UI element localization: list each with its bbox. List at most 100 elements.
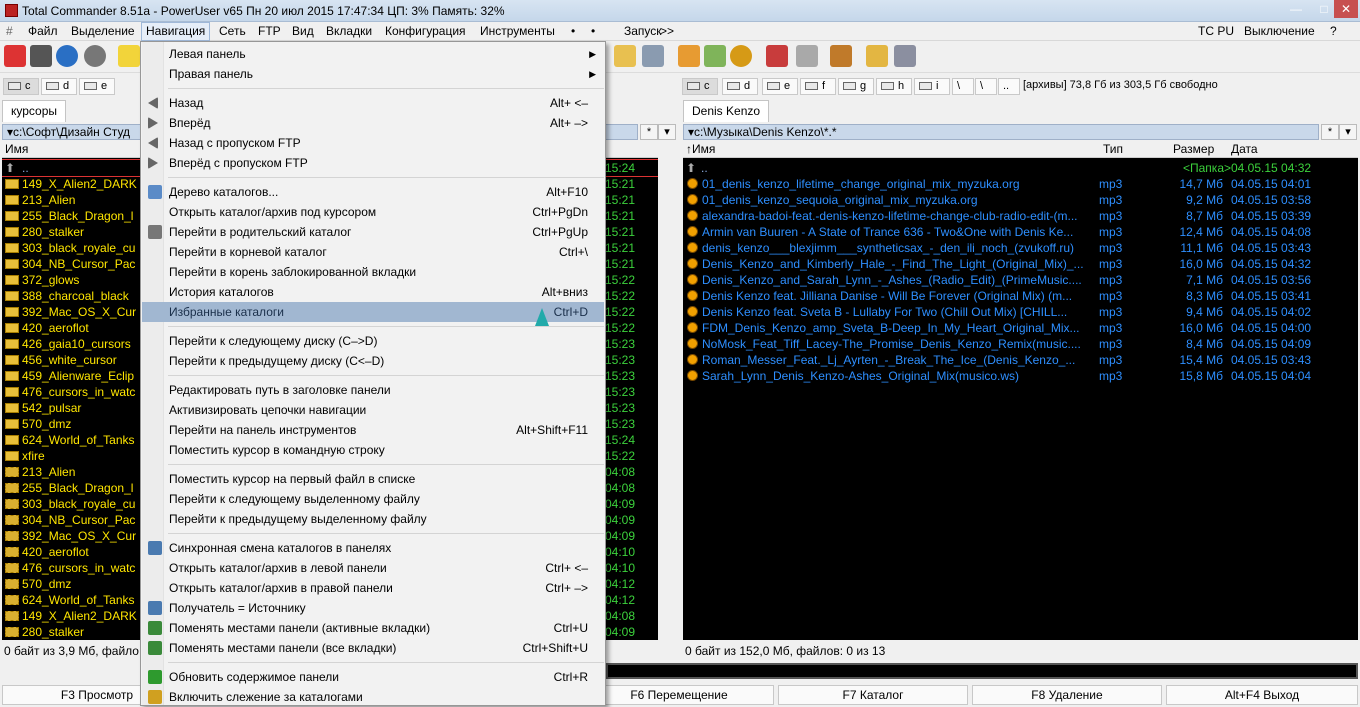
drive-right-9[interactable]: .. [998, 78, 1020, 95]
browser-icon[interactable] [56, 45, 78, 67]
drive-right-0[interactable]: c [682, 78, 718, 95]
menu-item-4[interactable]: Вперёд Alt+ –> [142, 113, 604, 133]
download-icon[interactable] [766, 45, 788, 67]
menu-item-25[interactable]: Перейти к следующему выделенному файлу [142, 489, 604, 509]
drive-right-1[interactable]: d [722, 78, 758, 95]
table-row[interactable]: Denis Kenzo feat. Jilliana Danise - Will… [683, 288, 1358, 304]
menu-item-24[interactable]: Поместить курсор на первый файл в списке [142, 469, 604, 489]
table-row[interactable]: FDM_Denis_Kenzo_amp_Sveta_B-Deep_In_My_H… [683, 320, 1358, 336]
menu-item-35[interactable]: Обновить содержимое панели Ctrl+R [142, 667, 604, 687]
menu-item-1[interactable]: Выделение [71, 24, 135, 38]
menu-item-20[interactable]: Активизировать цепочки навигации [142, 400, 604, 420]
drive-left-e[interactable]: e [79, 78, 115, 95]
paw-icon[interactable] [4, 45, 26, 67]
ftp-icon[interactable] [894, 45, 916, 67]
menu-item-29[interactable]: Открыть каталог/архив в левой панели Ctrl… [142, 558, 604, 578]
menu-item-22[interactable]: Поместить курсор в командную строку [142, 440, 604, 460]
right-path-bar[interactable]: ▾c:\Музыка\Denis Kenzo\*.* [683, 124, 1319, 140]
drive-right-2[interactable]: e [762, 78, 798, 95]
menu-item-2[interactable]: Навигация [146, 24, 205, 38]
table-row[interactable]: Armin van Buuren - A State of Trance 636… [683, 224, 1358, 240]
table-row[interactable]: NoMosk_Feat_Tiff_Lacey-The_Promise_Denis… [683, 336, 1358, 352]
left-history-button[interactable]: ▾ [658, 124, 676, 140]
f8-delete-button[interactable]: F8 Удаление [972, 685, 1162, 705]
alt-f4-exit-button[interactable]: Alt+F4 Выход [1166, 685, 1358, 705]
close-button[interactable]: ✕ [1334, 0, 1358, 18]
menu-item-12[interactable]: >> [660, 24, 674, 38]
menu-item-5[interactable]: Назад с пропуском FTP [142, 133, 604, 153]
f6-move-button[interactable]: F6 Перемещение [584, 685, 774, 705]
menu-item-21[interactable]: Перейти на панель инструментов Alt+Shift+… [142, 420, 604, 440]
f7-mkdir-button[interactable]: F7 Каталог [778, 685, 968, 705]
menu-right-item-2[interactable]: ? [1330, 24, 1337, 38]
right-header-type[interactable]: Тип [1103, 142, 1123, 157]
archive-icon[interactable] [642, 45, 664, 67]
right-history-button[interactable]: ▾ [1339, 124, 1357, 140]
menu-item-1[interactable]: Правая панель ▶ [142, 64, 604, 84]
drive-right-4[interactable]: g [838, 78, 874, 95]
gear-icon[interactable] [84, 45, 106, 67]
menu-item-9[interactable]: • [571, 24, 575, 38]
star-icon[interactable] [118, 45, 140, 67]
table-row[interactable]: Roman_Messer_Feat._Lj_Ayrten_-_Break_The… [683, 352, 1358, 368]
menu-item-4[interactable]: FTP [258, 24, 281, 38]
table-row[interactable]: Denis_Kenzo_and_Sarah_Lynn_-_Ashes_(Radi… [683, 272, 1358, 288]
table-row[interactable]: 01_denis_kenzo_lifetime_change_original_… [683, 176, 1358, 192]
drive-right-7[interactable]: \ [952, 78, 974, 95]
menu-item-7[interactable]: Конфигурация [385, 24, 466, 38]
table-row[interactable]: Denis_Kenzo_and_Kimberly_Hale_-_Find_The… [683, 256, 1358, 272]
menu-item-36[interactable]: Включить слежение за каталогами [142, 687, 604, 707]
drive-right-5[interactable]: h [876, 78, 912, 95]
left-header-name[interactable]: Имя [5, 142, 28, 157]
tab-right-denis-kenzo[interactable]: Denis Kenzo [683, 100, 770, 122]
right-header-name[interactable]: ↑Имя [686, 142, 715, 157]
tab-left-cursors[interactable]: курсоры [2, 100, 67, 122]
scissors-icon[interactable] [30, 45, 52, 67]
menu-item-5[interactable]: Вид [292, 24, 314, 38]
drive-left-c[interactable]: c [3, 78, 39, 95]
menu-right-item-1[interactable]: Выключение [1244, 24, 1315, 38]
menu-item-31[interactable]: Получатель = Источнику [142, 598, 604, 618]
list-item-parent[interactable]: ⬆ .. <Папка> 04.05.15 04:32 [683, 160, 1358, 176]
table-row[interactable]: Sarah_Lynn_Denis_Kenzo-Ashes_Original_Mi… [683, 368, 1358, 384]
table-row[interactable]: Denis Kenzo feat. Sveta B - Lullaby For … [683, 304, 1358, 320]
menu-item-19[interactable]: Редактировать путь в заголовке панели [142, 380, 604, 400]
menu-item-0[interactable]: Левая панель ▶ [142, 44, 604, 64]
menu-item-3[interactable]: Сеть [219, 24, 246, 38]
printer-icon[interactable] [678, 45, 700, 67]
drive-right-8[interactable]: \ [975, 78, 997, 95]
menu-item-8[interactable]: Дерево каталогов... Alt+F10 [142, 182, 604, 202]
minimize-button[interactable]: — [1282, 0, 1310, 18]
menu-item-32[interactable]: Поменять местами панели (активные вкладк… [142, 618, 604, 638]
menu-item-10[interactable]: Перейти в родительский каталог Ctrl+PgUp [142, 222, 604, 242]
menu-item-3[interactable]: Назад Alt+ <– [142, 93, 604, 113]
command-line-input[interactable] [606, 663, 1358, 679]
menu-item-17[interactable]: Перейти к предыдущему диску (C<–D) [142, 351, 604, 371]
network-icon[interactable] [866, 45, 888, 67]
table-row[interactable]: denis_kenzo___blexjimm___syntheticsax_-_… [683, 240, 1358, 256]
drive-right-6[interactable]: i [914, 78, 950, 95]
menu-item-13[interactable]: История каталогов Alt+вниз [142, 282, 604, 302]
folder-icon[interactable] [614, 45, 636, 67]
menu-item-9[interactable]: Открыть каталог/архив под курсором Ctrl+P… [142, 202, 604, 222]
menu-item-26[interactable]: Перейти к предыдущему выделенному файлу [142, 509, 604, 529]
right-header-date[interactable]: Дата [1231, 142, 1258, 157]
menu-item-0[interactable]: Файл [28, 24, 58, 38]
menu-item-11[interactable]: Запуск [624, 24, 662, 38]
hammer-icon[interactable] [830, 45, 852, 67]
disk-icon[interactable] [796, 45, 818, 67]
drive-right-3[interactable]: f [800, 78, 836, 95]
right-filter-button[interactable]: * [1321, 124, 1339, 140]
table-row[interactable]: 01_denis_kenzo_sequoia_original_mix_myzu… [683, 192, 1358, 208]
menu-item-10[interactable]: • [591, 24, 595, 38]
menu-item-12[interactable]: Перейти в корень заблокированной вкладки [142, 262, 604, 282]
menu-item-8[interactable]: Инструменты [480, 24, 555, 38]
menu-item-28[interactable]: Синхронная смена каталогов в панелях [142, 538, 604, 558]
add-icon[interactable] [704, 45, 726, 67]
menu-item-6[interactable]: Вперёд с пропуском FTP [142, 153, 604, 173]
left-filter-button[interactable]: * [640, 124, 658, 140]
menu-item-6[interactable]: Вкладки [326, 24, 372, 38]
menu-item-30[interactable]: Открыть каталог/архив в правой панели Ctr… [142, 578, 604, 598]
menu-item-33[interactable]: Поменять местами панели (все вкладки) Ctr… [142, 638, 604, 658]
drive-left-d[interactable]: d [41, 78, 77, 95]
